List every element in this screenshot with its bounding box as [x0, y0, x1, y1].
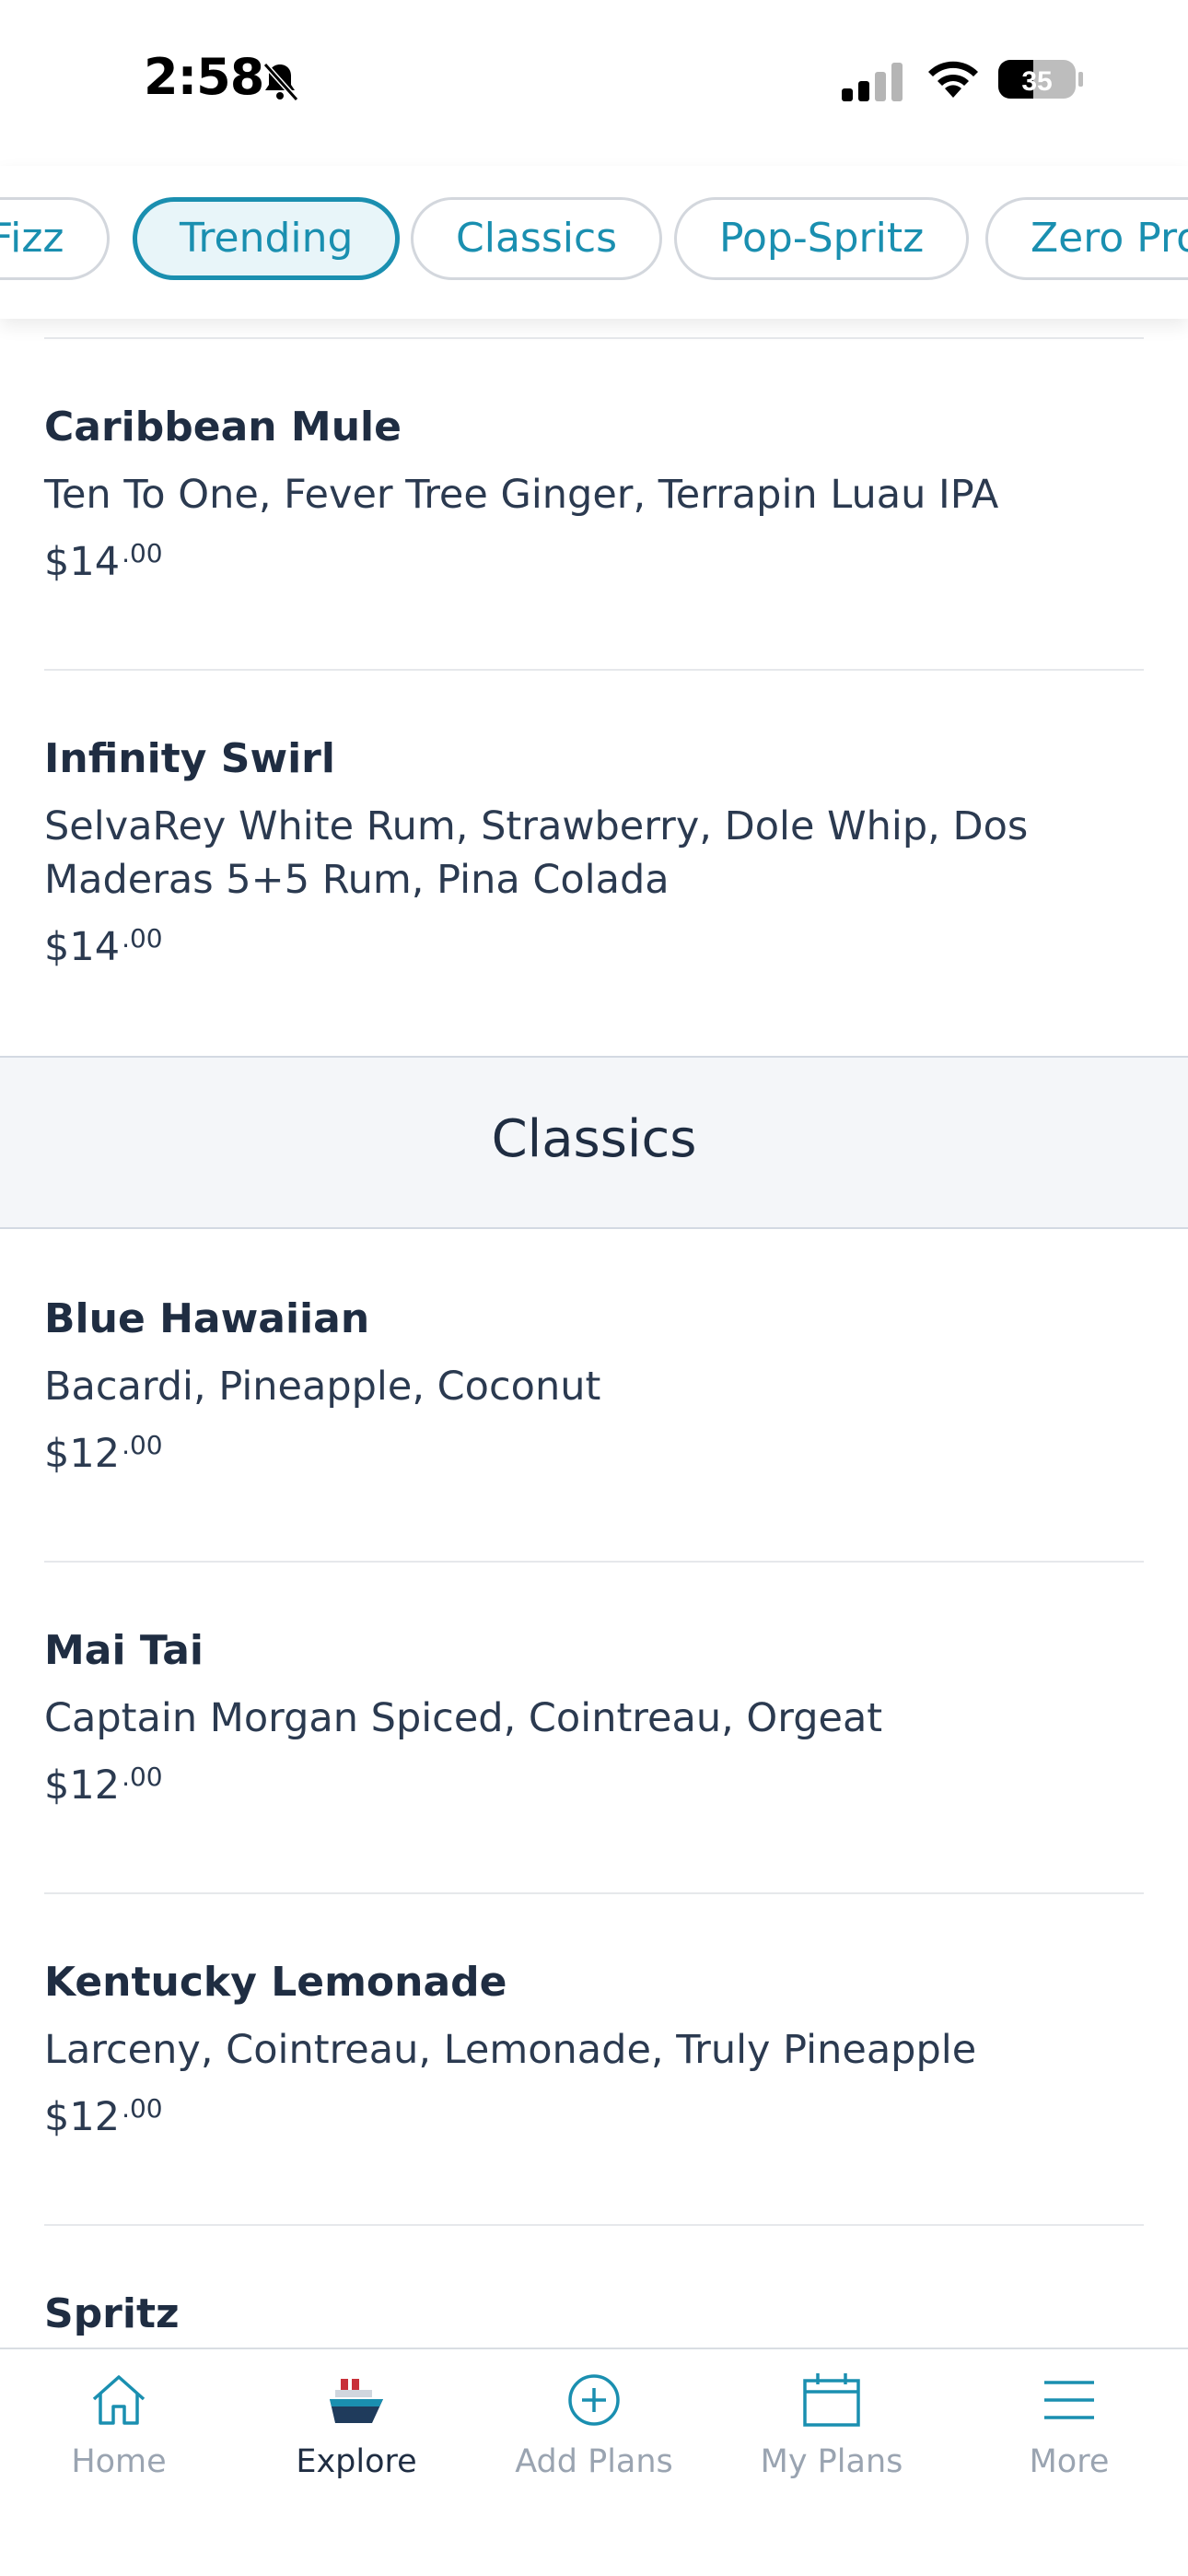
- tab-explore[interactable]: Explore: [238, 2349, 475, 2515]
- list-divider: [44, 1561, 1144, 1563]
- item-description: Bacardi, Pineapple, Coconut: [44, 1364, 601, 1410]
- item-price: $12.00: [44, 1430, 163, 1477]
- item-name: Blue Hawaiian: [44, 1295, 370, 1342]
- price-dollars: $12: [44, 1431, 121, 1477]
- item-price: $12.00: [44, 2093, 163, 2140]
- chip-pop-spritz[interactable]: Pop-Spritz: [674, 197, 970, 280]
- price-cents: .00: [122, 923, 163, 954]
- item-description: Captain Morgan Spiced, Cointreau, Orgeat: [44, 1695, 883, 1741]
- item-price: $14.00: [44, 538, 163, 585]
- battery-level: 35: [1021, 66, 1052, 97]
- bottom-tab-bar: Home Explore Add Plans My Plans More: [0, 2348, 1188, 2576]
- tab-more[interactable]: More: [950, 2349, 1188, 2515]
- tab-label: Add Plans: [515, 2443, 673, 2480]
- status-time: 2:58: [144, 48, 264, 106]
- item-price: $14.00: [44, 923, 163, 970]
- section-header-classics: Classics: [0, 1056, 1188, 1229]
- tab-label: Explore: [296, 2443, 417, 2480]
- price-dollars: $14: [44, 539, 121, 585]
- tab-label: More: [1029, 2443, 1110, 2480]
- tab-home[interactable]: Home: [0, 2349, 238, 2515]
- add-circle-icon: [568, 2374, 620, 2426]
- item-name: Kentucky Lemonade: [44, 1959, 507, 2006]
- item-name: Spritz: [44, 2290, 180, 2337]
- tab-add-plans[interactable]: Add Plans: [475, 2349, 713, 2515]
- home-icon: [92, 2375, 146, 2425]
- item-name: Caribbean Mule: [44, 404, 402, 451]
- item-price: $12.00: [44, 1762, 163, 1809]
- category-filter-bar[interactable]: Fizz Trending Classics Pop-Spritz Zero P…: [0, 166, 1188, 319]
- status-bar: 2:58 35: [0, 0, 1188, 166]
- chip-trending[interactable]: Trending: [133, 197, 401, 280]
- list-divider: [44, 337, 1144, 339]
- chip-fizz[interactable]: Fizz: [0, 197, 110, 280]
- price-cents: .00: [122, 538, 163, 568]
- tab-label: My Plans: [760, 2443, 903, 2480]
- chip-zero-proof[interactable]: Zero Pro: [985, 197, 1188, 280]
- menu-icon: [1044, 2381, 1094, 2419]
- item-name: Infinity Swirl: [44, 735, 335, 782]
- price-cents: .00: [122, 1762, 163, 1792]
- bell-muted-icon: [262, 62, 299, 102]
- chip-classics[interactable]: Classics: [411, 197, 663, 280]
- price-dollars: $12: [44, 1762, 121, 1809]
- item-name: Mai Tai: [44, 1627, 204, 1674]
- battery-icon: 35: [998, 60, 1083, 99]
- tab-label: Home: [71, 2443, 167, 2480]
- section-title: Classics: [491, 1109, 697, 1169]
- price-dollars: $12: [44, 2094, 121, 2140]
- price-cents: .00: [122, 1430, 163, 1460]
- list-divider: [44, 669, 1144, 671]
- wifi-icon: [928, 61, 978, 98]
- item-description: Larceny, Cointreau, Lemonade, Truly Pine…: [44, 2027, 977, 2073]
- price-dollars: $14: [44, 924, 121, 970]
- calendar-icon: [803, 2373, 860, 2427]
- item-description: SelvaRey White Rum, Strawberry, Dole Whi…: [44, 803, 1029, 903]
- list-divider: [44, 1892, 1144, 1894]
- cellular-signal-icon: [842, 63, 903, 101]
- price-cents: .00: [122, 2093, 163, 2124]
- tab-my-plans[interactable]: My Plans: [713, 2349, 950, 2515]
- list-divider: [44, 2224, 1144, 2226]
- item-description: Ten To One, Fever Tree Ginger, Terrapin …: [44, 472, 999, 518]
- ship-icon: [330, 2379, 383, 2423]
